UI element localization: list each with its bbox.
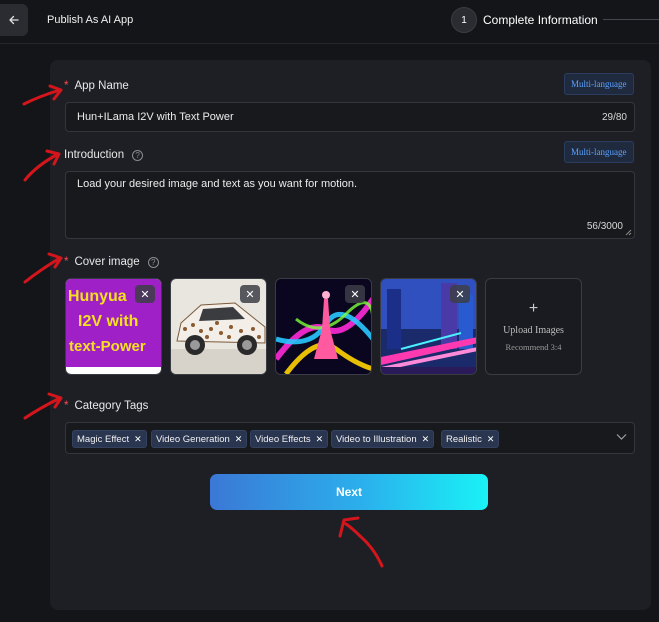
annotation-arrow-icon — [23, 149, 61, 182]
tag-magic-effect: Magic Effect ✕ — [72, 430, 147, 448]
question-circle-icon[interactable]: ? — [132, 149, 144, 161]
annotation-arrow-icon — [22, 84, 63, 106]
plus-icon: + — [528, 300, 539, 317]
thumb-text-line-1: Hunyua — [68, 288, 127, 305]
step-label: Complete Information — [483, 13, 598, 27]
page-title: Publish As AI App — [47, 14, 134, 26]
close-icon[interactable]: ✕ — [487, 434, 495, 445]
app-name-label-text: App Name — [74, 80, 129, 92]
close-icon: ✕ — [350, 288, 360, 301]
close-icon[interactable]: ✕ — [316, 434, 324, 445]
annotation-arrow-icon — [338, 516, 384, 568]
arrow-left-icon — [9, 15, 19, 25]
tag-realistic: Realistic ✕ — [441, 430, 500, 448]
annotation-arrow-icon — [23, 252, 63, 284]
introduction-label: Introduction ? — [64, 149, 144, 161]
step-connector-line — [603, 19, 659, 20]
remove-cover-2-button[interactable]: ✕ — [240, 285, 260, 303]
close-icon[interactable]: ✕ — [422, 434, 430, 445]
back-button[interactable] — [0, 4, 28, 36]
upload-images-button[interactable]: + Upload Images Recommend 3:4 — [485, 278, 582, 375]
tag-video-to-illustration: Video to Illustration ✕ — [331, 430, 435, 448]
cover-thumbnail-2[interactable]: ✕ — [170, 278, 267, 375]
app-name-label: * App Name — [64, 80, 129, 92]
tag-label: Video to Illustration — [336, 433, 417, 445]
chevron-down-icon[interactable] — [616, 433, 627, 441]
thumb-text-line-2: I2V with — [78, 313, 138, 330]
cover-image-label-text: Cover image — [74, 256, 140, 268]
introduction-label-text: Introduction — [64, 149, 125, 161]
category-tags-select[interactable]: Magic Effect ✕ Video Generation ✕ Video … — [65, 422, 635, 454]
app-name-multilang-button[interactable]: Multi-language — [564, 73, 634, 95]
app-name-value: Hun+ILama I2V with Text Power — [77, 111, 234, 123]
introduction-value: Load your desired image and text as you … — [77, 178, 358, 190]
upload-images-label: Upload Images — [503, 325, 564, 336]
remove-cover-3-button[interactable]: ✕ — [345, 285, 365, 303]
app-name-counter: 29/80 — [601, 112, 627, 123]
close-icon: ✕ — [140, 288, 150, 301]
introduction-multilang-button[interactable]: Multi-language — [564, 141, 634, 163]
annotation-arrow-icon — [23, 392, 63, 420]
tag-video-effects: Video Effects ✕ — [250, 430, 329, 448]
tag-label: Realistic — [446, 433, 482, 445]
category-tags-label-text: Category Tags — [74, 400, 149, 412]
close-icon: ✕ — [245, 288, 255, 301]
cover-thumbnail-3[interactable]: ✕ — [275, 278, 372, 375]
thumb-text-line-3: text-Power — [69, 338, 146, 355]
remove-cover-4-button[interactable]: ✕ — [450, 285, 470, 303]
cover-thumbnail-1[interactable]: Hunyua I2V with text-Power ✕ — [65, 278, 162, 375]
cover-image-label: * Cover image ? — [64, 256, 159, 268]
category-tags-label: * Category Tags — [64, 400, 148, 412]
remove-cover-1-button[interactable]: ✕ — [135, 285, 155, 303]
step-number-badge: 1 — [451, 7, 477, 33]
resize-handle-icon[interactable] — [625, 229, 632, 236]
cover-thumbnail-4[interactable]: ✕ — [380, 278, 477, 375]
top-header: Publish As AI App 1 Complete Information — [0, 0, 659, 44]
close-icon: ✕ — [455, 288, 465, 301]
tag-label: Video Generation — [156, 433, 230, 445]
close-icon[interactable]: ✕ — [235, 434, 243, 445]
introduction-counter: 56/3000 — [586, 221, 623, 232]
app-name-input[interactable]: Hun+ILama I2V with Text Power 29/80 — [65, 102, 635, 132]
upload-ratio-hint: Recommend 3:4 — [505, 342, 562, 352]
question-circle-icon[interactable]: ? — [147, 256, 159, 268]
tag-video-generation: Video Generation ✕ — [151, 430, 248, 448]
tag-label: Video Effects — [255, 433, 311, 445]
next-button[interactable]: Next — [210, 474, 488, 510]
tag-label: Magic Effect — [77, 433, 130, 445]
introduction-textarea[interactable]: Load your desired image and text as you … — [65, 171, 635, 239]
close-icon[interactable]: ✕ — [134, 434, 142, 445]
